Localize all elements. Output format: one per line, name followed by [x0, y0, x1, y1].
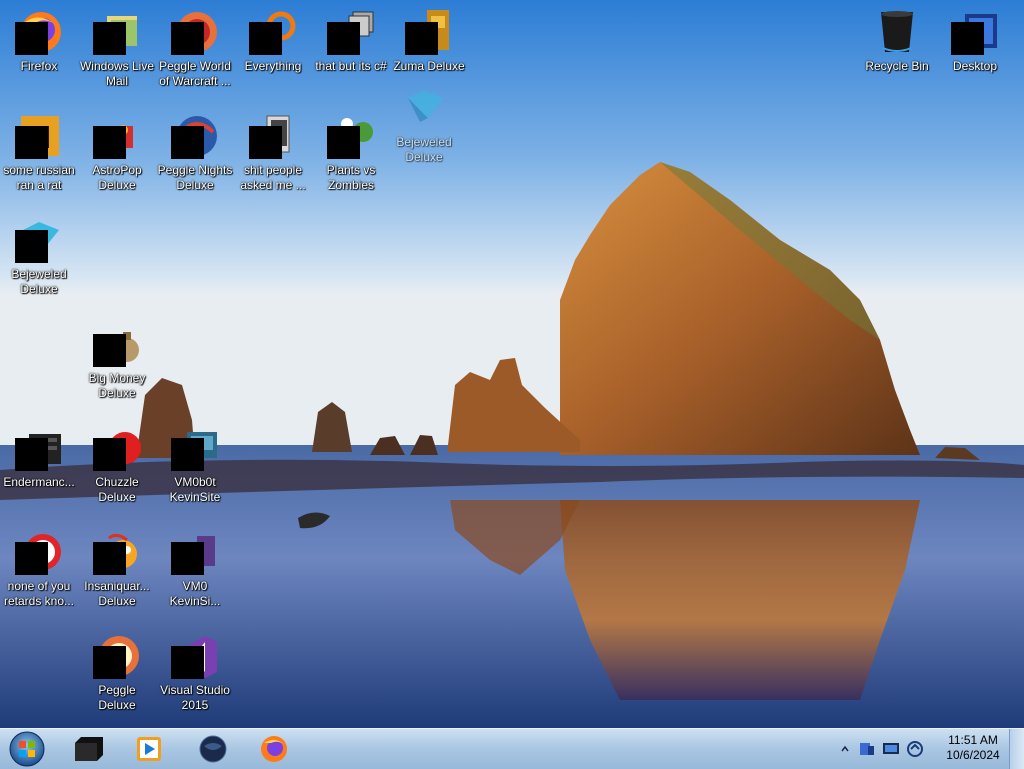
- clock-date: 10/6/2024: [946, 748, 1000, 762]
- desktop-icon-label: Peggle Deluxe: [98, 683, 136, 712]
- peggle-nights-icon: [171, 112, 219, 160]
- desktop-icon-insaniquarium-deluxe[interactable]: Insaniquar... Deluxe: [78, 524, 156, 624]
- folder-shortcut-icon: [171, 424, 219, 472]
- fish-icon: [93, 528, 141, 576]
- folder-icon: [249, 112, 297, 160]
- terminal-icon: [15, 424, 63, 472]
- clock[interactable]: 11:51 AM 10/6/2024: [940, 733, 1006, 765]
- desktop-icon-label: Bejeweled Deluxe: [11, 267, 67, 296]
- desktop-icon-label: that but its c#: [315, 59, 387, 73]
- red-white-app-icon: [15, 528, 63, 576]
- desktop-icon-astropop-deluxe[interactable]: AstroPop Deluxe: [78, 108, 156, 208]
- desktop-icon-some-russian-ran-a-rat[interactable]: some russian ran a rat: [0, 108, 78, 208]
- taskbar-app-dark-globe[interactable]: [185, 731, 241, 767]
- firefox-icon: [15, 8, 63, 56]
- desktop-icon-label: Visual Studio 2015: [160, 683, 230, 712]
- taskbar: 11:51 AM 10/6/2024: [0, 728, 1024, 769]
- desktop-icon-firefox[interactable]: Firefox: [0, 4, 78, 104]
- desktop-icon-visual-studio-2015[interactable]: Visual Studio 2015: [156, 628, 234, 728]
- desktop-icon-label: Desktop: [952, 59, 998, 73]
- desktop-icon-label: VM0 KevinSi...: [169, 579, 221, 608]
- desktop-icon-label: Endermanc...: [3, 475, 75, 489]
- desktop-icon-bejeweled-deluxe[interactable]: Bejeweled Deluxe: [0, 212, 78, 312]
- purple-app-icon: [171, 528, 219, 576]
- desktop-icon-recycle-bin[interactable]: Recycle Bin: [858, 4, 936, 104]
- desktop-icon-desktop[interactable]: Desktop: [936, 4, 1014, 104]
- desktop-icon-label: VM0b0t KevinSite: [169, 475, 221, 504]
- desktop-icon-label: shit people asked me ...: [240, 163, 306, 192]
- desktop-icon-label: Bejeweled Deluxe: [396, 135, 452, 164]
- desktop-icon-label: Windows Live Mail: [79, 59, 155, 88]
- desktop-icon-label: none of you retards kno...: [3, 579, 75, 608]
- desktop-icon-that-but-its-csharp[interactable]: that but its c#: [312, 4, 390, 104]
- desktop-icon-label: Recycle Bin: [865, 59, 929, 73]
- bejeweled-gem-icon: [400, 84, 448, 132]
- desktop-icon-none-of-you[interactable]: none of you retards kno...: [0, 524, 78, 624]
- desktop[interactable]: Firefox some russian ran a rat Bejeweled…: [0, 0, 1024, 728]
- desktop-icon-label: Insaniquar... Deluxe: [84, 579, 150, 608]
- desktop-icon-peggle-world-of-warcraft[interactable]: Peggle World of Warcraft ...: [156, 4, 234, 104]
- orange-app-icon: [15, 112, 63, 160]
- media-player-icon: [137, 737, 161, 761]
- black-box-app-icon: [75, 737, 103, 761]
- show-hidden-icons-chevron[interactable]: [840, 740, 850, 758]
- chuzzle-icon: [93, 424, 141, 472]
- desktop-icon-label: Chuzzle Deluxe: [95, 475, 139, 504]
- desktop-icon-label: Zuma Deluxe: [393, 59, 465, 73]
- network-icon[interactable]: [858, 740, 876, 758]
- action-center-icon[interactable]: [906, 740, 924, 758]
- dark-globe-app-icon: [199, 735, 227, 763]
- mail-icon: [93, 8, 141, 56]
- peggle-icon: [93, 632, 141, 680]
- desktop-icon-windows-live-mail[interactable]: Windows Live Mail: [78, 4, 156, 104]
- desktop-icon-label: Big Money Deluxe: [88, 371, 146, 400]
- windows-start-orb-icon: [9, 731, 45, 767]
- desktop-icon-label: Plants vs Zombies: [326, 163, 376, 192]
- plants-vs-zombies-icon: [327, 112, 375, 160]
- desktop-icon-peggle-deluxe[interactable]: Peggle Deluxe: [78, 628, 156, 728]
- desktop-icon-big-money-deluxe[interactable]: Big Money Deluxe: [78, 316, 156, 416]
- show-desktop-button[interactable]: [1009, 729, 1024, 769]
- visual-studio-icon: [171, 632, 219, 680]
- desktop-icon-label: Firefox: [20, 59, 58, 73]
- bejeweled-gem-icon: [15, 216, 63, 264]
- recycle-bin-icon: [873, 8, 921, 56]
- desktop-icon-label: AstroPop Deluxe: [92, 163, 142, 192]
- desktop-icon-peggle-nights-deluxe[interactable]: Peggle Nights Deluxe: [156, 108, 234, 208]
- desktop-icon-vm0b0t-kevinsite[interactable]: VM0b0t KevinSite: [156, 420, 234, 520]
- desktop-folder-icon: [951, 8, 999, 56]
- desktop-icon-vm0-kevinsi[interactable]: VM0 KevinSi...: [156, 524, 234, 624]
- taskbar-app-firefox[interactable]: [246, 731, 302, 767]
- desktop-icon-label: Everything: [244, 59, 302, 73]
- desktop-icon-plants-vs-zombies[interactable]: Plants vs Zombies: [312, 108, 390, 208]
- astropop-icon: [93, 112, 141, 160]
- display-icon[interactable]: [882, 740, 900, 758]
- desktop-icon-everything[interactable]: Everything: [234, 4, 312, 104]
- taskbar-app-black-box[interactable]: [61, 731, 117, 767]
- firefox-icon: [261, 736, 287, 762]
- zuma-icon: [405, 8, 453, 56]
- desktop-icon-shit-people-asked-me[interactable]: shit people asked me ...: [234, 108, 312, 208]
- desktop-icon-label: Peggle Nights Deluxe: [157, 163, 233, 192]
- taskbar-app-media-player[interactable]: [121, 731, 177, 767]
- peggle-wow-icon: [171, 8, 219, 56]
- clock-time: 11:51 AM: [948, 733, 998, 747]
- money-bag-icon: [93, 320, 141, 368]
- desktop-icon-chuzzle-deluxe[interactable]: Chuzzle Deluxe: [78, 420, 156, 520]
- desktop-icon-label: some russian ran a rat: [3, 163, 75, 192]
- desktop-icon-bejeweled-deluxe-dragging[interactable]: Bejeweled Deluxe: [385, 80, 463, 180]
- desktop-icon-label: Peggle World of Warcraft ...: [159, 59, 231, 88]
- desktop-icon-endermanc[interactable]: Endermanc...: [0, 420, 78, 520]
- search-everything-icon: [249, 8, 297, 56]
- start-button[interactable]: [6, 729, 48, 769]
- stacked-windows-icon: [327, 8, 375, 56]
